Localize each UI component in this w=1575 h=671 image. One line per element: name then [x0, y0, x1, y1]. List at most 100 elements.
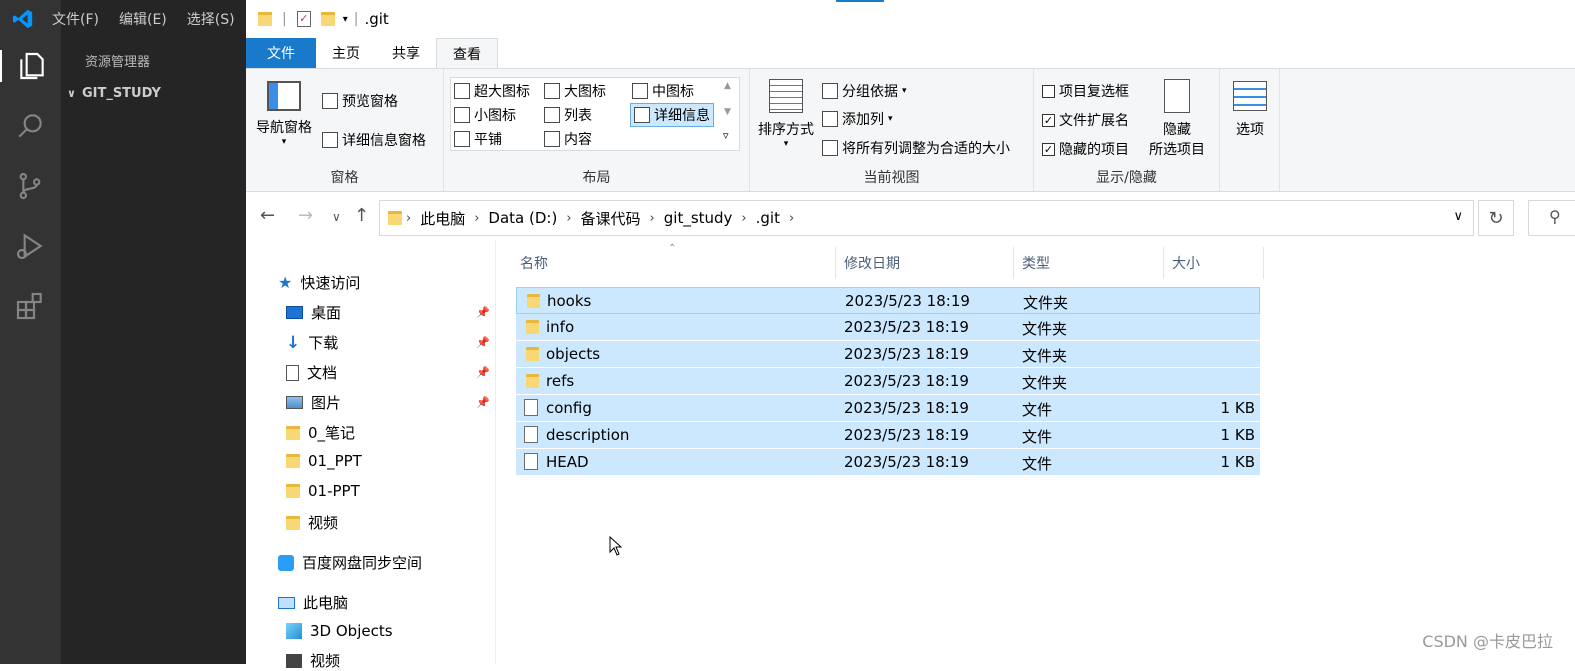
sort-by-button[interactable]: 排序方式 ▾ [754, 79, 818, 149]
table-row[interactable]: refs 2023/5/23 18:19 文件夹 [516, 368, 1260, 395]
up-arrow-icon[interactable]: ↑ [354, 205, 369, 226]
forward-arrow-icon[interactable]: → [298, 205, 313, 226]
menu-file[interactable]: 文件(F) [52, 9, 99, 29]
content-icon [544, 131, 560, 147]
refresh-button[interactable]: ↻ [1478, 200, 1514, 236]
chevron-right-icon[interactable]: › [789, 211, 794, 226]
layout-small[interactable]: 小图标 [454, 105, 516, 125]
item-checkboxes-checkbox[interactable] [1042, 84, 1055, 98]
new-folder-icon[interactable] [320, 12, 335, 26]
breadcrumb-drive[interactable]: Data (D:) [479, 209, 566, 227]
nav-pane-button[interactable]: 导航窗格 ▾ [254, 81, 314, 147]
layout-medium[interactable]: 中图标 [632, 81, 694, 101]
menu-edit[interactable]: 编辑(E) [119, 9, 167, 29]
breadcrumb[interactable]: › 此电脑 › Data (D:) › 备课代码 › git_study › .… [379, 200, 1474, 236]
gallery-scroll-up-icon[interactable]: ▲ [724, 81, 731, 91]
workspace-folder[interactable]: ∨ GIT_STUDY [67, 86, 161, 101]
hide-selected-icon [1164, 79, 1190, 113]
picture-icon [286, 396, 303, 409]
options-button[interactable]: 选项 [1226, 81, 1274, 139]
hidden-items-toggle[interactable]: ✓ 隐藏的项目 [1042, 139, 1129, 159]
file-extensions-toggle[interactable]: ✓ 文件扩展名 [1042, 110, 1129, 130]
table-row[interactable]: HEAD 2023/5/23 18:19 文件 1 KB [516, 449, 1260, 476]
nav-baidu-sync[interactable]: 百度网盘同步空间 [278, 552, 422, 573]
folder-icon [526, 320, 539, 334]
recent-dropdown-icon[interactable]: ∨ [332, 210, 341, 224]
nav-3d-objects[interactable]: 3D Objects [286, 622, 393, 640]
nav-folder-notes[interactable]: 0_笔记 [286, 422, 355, 443]
breadcrumb-this-pc[interactable]: 此电脑 [411, 208, 474, 229]
layout-extra-large[interactable]: 超大图标 [454, 81, 530, 101]
explorer-title: 资源管理器 [85, 55, 151, 70]
tab-view[interactable]: 查看 [436, 38, 498, 68]
layout-content[interactable]: 内容 [544, 129, 592, 149]
explorer-icon[interactable] [0, 50, 61, 82]
gallery-expand-icon[interactable]: ▿ [723, 129, 729, 142]
pin-icon[interactable]: 📌 [476, 366, 490, 379]
nav-desktop[interactable]: 桌面 [286, 302, 341, 323]
list-icon [544, 107, 560, 123]
address-history-dropdown-icon[interactable]: ∨ [1453, 209, 1463, 224]
file-extensions-checkbox[interactable]: ✓ [1042, 113, 1055, 127]
file-type: 文件夹 [1022, 347, 1068, 365]
hide-selected-button[interactable]: 隐藏 所选项目 [1144, 79, 1210, 159]
nav-videos[interactable]: 视频 [286, 650, 340, 671]
source-control-icon[interactable] [14, 170, 46, 202]
column-header-size[interactable]: 大小 [1172, 247, 1264, 279]
menu-selection[interactable]: 选择(S) [187, 9, 235, 29]
nav-pictures[interactable]: 图片 [286, 392, 341, 413]
column-header-date[interactable]: 修改日期 [844, 247, 1014, 279]
layout-list[interactable]: 列表 [544, 105, 592, 125]
add-columns-button[interactable]: 添加列 ▾ [822, 109, 893, 129]
nav-downloads[interactable]: ↓ 下载 [286, 332, 338, 353]
preview-pane-button[interactable]: 预览窗格 [322, 91, 398, 111]
breadcrumb-backup-code[interactable]: 备课代码 [572, 208, 650, 229]
column-header-type[interactable]: 类型 [1022, 247, 1164, 279]
item-checkboxes-toggle[interactable]: 项目复选框 [1042, 81, 1129, 101]
table-row[interactable]: info 2023/5/23 18:19 文件夹 [516, 314, 1260, 341]
nav-folder-ppt-2[interactable]: 01-PPT [286, 482, 360, 500]
nav-folder-videos[interactable]: 视频 [286, 512, 338, 533]
back-arrow-icon[interactable]: ← [260, 205, 275, 226]
search-box[interactable]: ⚲ [1528, 200, 1575, 236]
layout-details[interactable]: 详细信息 [630, 103, 714, 127]
nav-quick-access[interactable]: ★ 快速访问 [278, 272, 360, 293]
gallery-scroll-down-icon[interactable]: ▼ [724, 107, 731, 117]
watermark: CSDN @卡皮巴拉 [1422, 632, 1553, 651]
nav-folder-ppt[interactable]: 01_PPT [286, 452, 362, 470]
table-row[interactable]: objects 2023/5/23 18:19 文件夹 [516, 341, 1260, 368]
nav-documents[interactable]: 文档 [286, 362, 337, 383]
hidden-items-checkbox[interactable]: ✓ [1042, 142, 1055, 156]
file-date: 2023/5/23 18:19 [844, 453, 969, 471]
size-columns-button[interactable]: 将所有列调整为合适的大小 [822, 138, 1010, 158]
file-icon [524, 399, 538, 416]
tab-home[interactable]: 主页 [316, 38, 376, 68]
layout-tiles[interactable]: 平铺 [454, 129, 502, 149]
column-header-name[interactable]: 名称 [520, 247, 836, 279]
layout-large[interactable]: 大图标 [544, 81, 606, 101]
properties-icon[interactable]: ✓ [296, 11, 311, 27]
quick-access-dropdown-icon[interactable]: ▾ [343, 14, 348, 25]
layout-label: 内容 [564, 132, 592, 148]
table-row[interactable]: description 2023/5/23 18:19 文件 1 KB [516, 422, 1260, 449]
folder-icon [286, 515, 300, 530]
breadcrumb-git[interactable]: .git [747, 209, 789, 227]
pin-icon[interactable]: 📌 [476, 336, 490, 349]
table-row[interactable]: hooks 2023/5/23 18:19 文件夹 [516, 287, 1260, 314]
file-date: 2023/5/23 18:19 [844, 318, 969, 336]
tab-file[interactable]: 文件 [246, 38, 316, 68]
search-icon[interactable] [14, 110, 46, 142]
pin-icon[interactable]: 📌 [476, 306, 490, 319]
run-debug-icon[interactable] [14, 230, 46, 262]
layout-label: 列表 [564, 108, 592, 124]
nav-this-pc[interactable]: 此电脑 [278, 592, 348, 613]
table-row[interactable]: config 2023/5/23 18:19 文件 1 KB [516, 395, 1260, 422]
tab-share[interactable]: 共享 [376, 38, 436, 68]
folder-icon [286, 484, 300, 498]
group-by-button[interactable]: 分组依据 ▾ [822, 81, 907, 101]
details-pane-button[interactable]: 详细信息窗格 [322, 130, 426, 150]
extensions-icon[interactable] [14, 290, 46, 322]
breadcrumb-git-study[interactable]: git_study [655, 209, 742, 227]
layout-label: 平铺 [474, 132, 502, 148]
pin-icon[interactable]: 📌 [476, 396, 490, 409]
